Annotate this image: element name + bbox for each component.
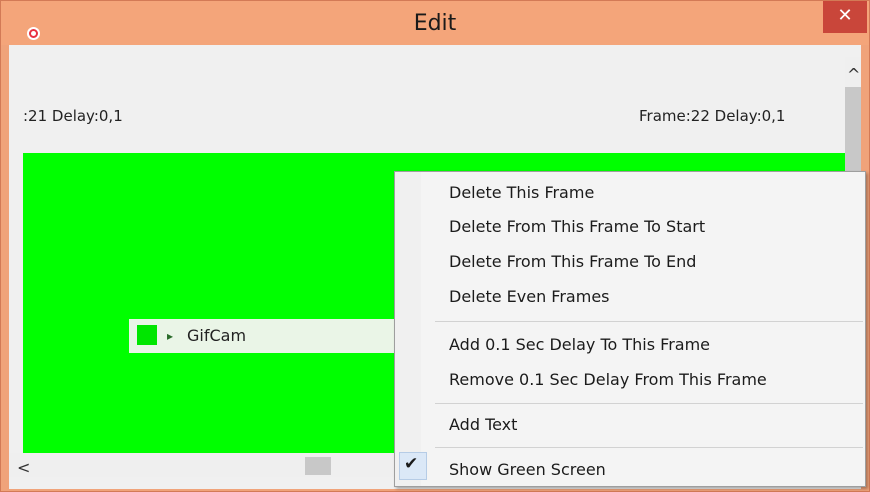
menu-item-remove-delay[interactable]: Remove 0.1 Sec Delay From This Frame <box>449 370 767 389</box>
menu-item-show-green-screen[interactable]: Show Green Screen <box>449 460 606 479</box>
menu-separator <box>435 403 863 404</box>
vertical-scroll-thumb[interactable] <box>845 87 861 179</box>
menu-item-delete-even-frames[interactable]: Delete Even Frames <box>449 287 610 306</box>
menu-separator <box>435 321 863 322</box>
menu-item-delete-this-frame[interactable]: Delete This Frame <box>449 183 594 202</box>
chevron-up-icon[interactable]: ^ <box>847 65 860 84</box>
window-title: Edit <box>413 11 457 36</box>
title-bar[interactable]: Edit ✕ <box>1 1 869 45</box>
gifcam-layer-item[interactable]: ▸ GifCam <box>129 319 415 353</box>
frame-21-label: :21 Delay:0,1 <box>23 107 123 125</box>
gifcam-label: GifCam <box>187 326 247 345</box>
menu-item-add-text[interactable]: Add Text <box>449 415 517 434</box>
menu-item-add-delay[interactable]: Add 0.1 Sec Delay To This Frame <box>449 335 710 354</box>
horizontal-scroll-thumb[interactable] <box>305 457 331 475</box>
check-icon: ✔ <box>404 454 419 474</box>
close-button[interactable]: ✕ <box>823 1 867 33</box>
chevron-left-icon[interactable]: < <box>17 458 30 477</box>
menu-item-delete-to-end[interactable]: Delete From This Frame To End <box>449 252 696 271</box>
menu-item-delete-to-start[interactable]: Delete From This Frame To Start <box>449 217 705 236</box>
expand-arrow-icon[interactable]: ▸ <box>167 329 173 343</box>
menu-icon-gutter <box>395 172 421 486</box>
context-menu: Delete This Frame Delete From This Frame… <box>394 171 866 487</box>
frame-22-label: Frame:22 Delay:0,1 <box>639 107 786 125</box>
menu-separator <box>435 447 863 448</box>
green-swatch-icon <box>137 325 157 345</box>
